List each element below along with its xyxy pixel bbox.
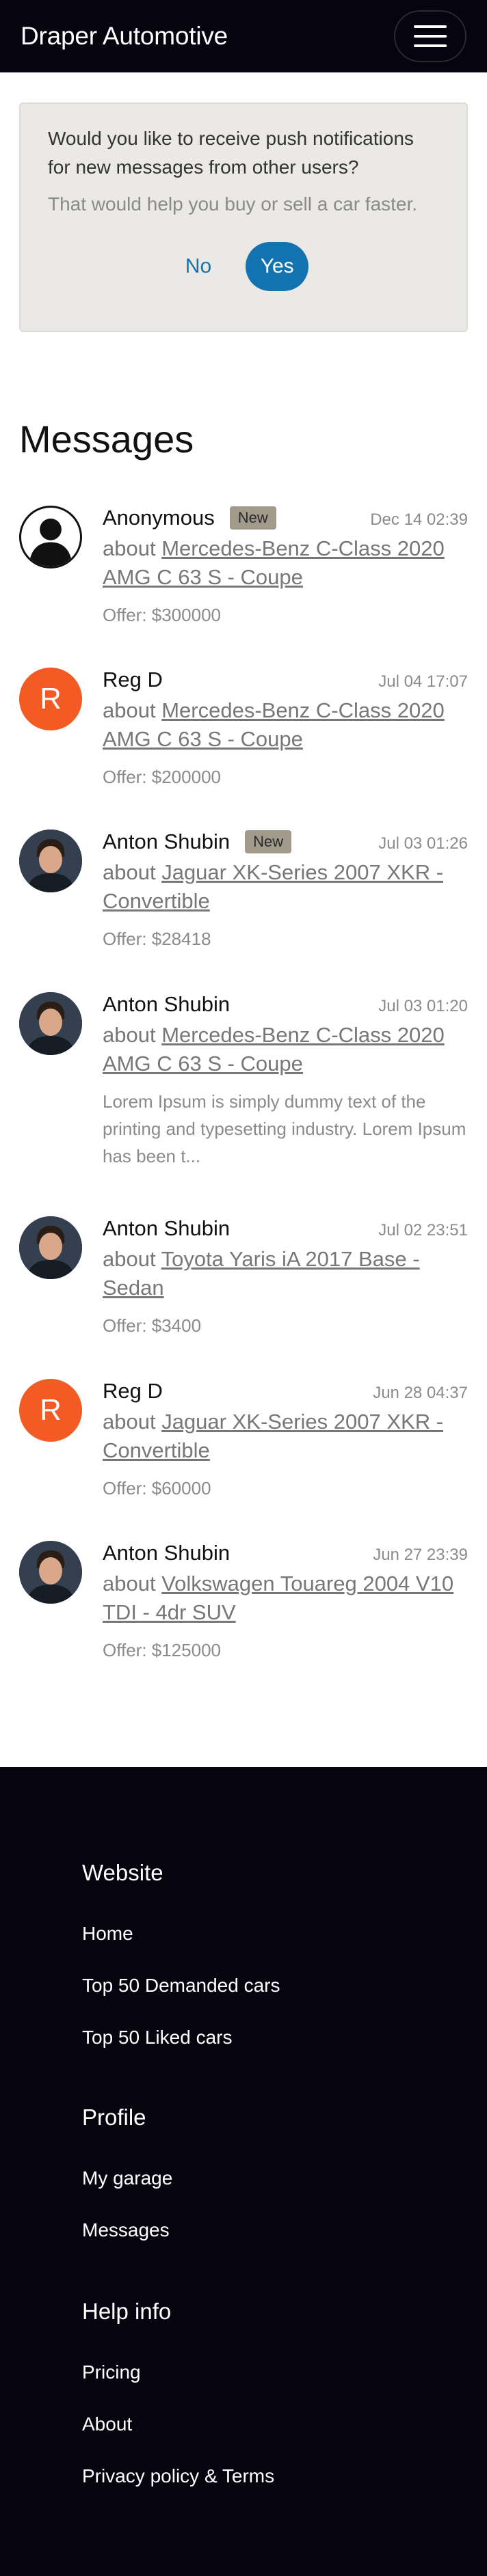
user-photo-icon	[19, 1541, 82, 1604]
sender-name: Reg D	[103, 668, 163, 691]
message-item[interactable]: Anton Shubin Jun 27 23:39 about Volkswag…	[19, 1541, 468, 1677]
footer-link-my-garage[interactable]: My garage	[82, 2167, 172, 2189]
footer-link-pricing[interactable]: Pricing	[82, 2361, 141, 2383]
message-item[interactable]: Anton Shubin Jul 03 01:20 about Mercedes…	[19, 992, 468, 1190]
user-photo-icon	[19, 1216, 82, 1279]
about-prefix: about	[103, 1023, 156, 1047]
offer-text: Offer: $28418	[103, 929, 211, 949]
avatar	[19, 1216, 82, 1279]
avatar	[19, 506, 82, 568]
footer-section-website: Website Home Top 50 Demanded cars Top 50…	[82, 1860, 280, 2048]
offer-text: Offer: $60000	[103, 1478, 211, 1498]
message-preview-text: Lorem Ipsum is simply dummy text of the …	[103, 1091, 466, 1166]
sender-name: Anton Shubin	[103, 1541, 231, 1565]
notification-question: Would you like to receive push notificat…	[48, 128, 414, 178]
sender-name: Anton Shubin	[103, 992, 231, 1016]
sender-name: Reg D	[103, 1379, 163, 1403]
new-badge: New	[229, 506, 276, 530]
message-date: Dec 14 02:39	[370, 510, 468, 529]
push-notification-prompt: Would you like to receive push notificat…	[19, 102, 468, 332]
message-date: Jul 03 01:26	[378, 834, 468, 853]
avatar-letter: R	[40, 682, 62, 715]
footer-link-messages[interactable]: Messages	[82, 2219, 170, 2241]
message-item[interactable]: R Reg D Jul 04 17:07 about Mercedes-Benz…	[19, 668, 468, 804]
footer-section-profile: Profile My garage Messages	[82, 2105, 172, 2241]
footer-link-about[interactable]: About	[82, 2413, 132, 2435]
avatar	[19, 992, 82, 1055]
offer-text: Offer: $3400	[103, 1315, 202, 1336]
footer-link-top-liked[interactable]: Top 50 Liked cars	[82, 2027, 232, 2049]
message-date: Jul 03 01:20	[378, 997, 468, 1015]
brand-logo-text[interactable]: Draper Automotive	[21, 22, 228, 51]
hamburger-icon	[414, 25, 447, 28]
footer-heading: Profile	[82, 2105, 146, 2130]
avatar: R	[19, 668, 82, 730]
message-date: Jun 28 04:37	[373, 1384, 468, 1402]
avatar-letter: R	[40, 1393, 62, 1427]
message-date: Jul 02 23:51	[378, 1221, 468, 1239]
hamburger-menu-button[interactable]	[394, 10, 466, 62]
about-prefix: about	[103, 1247, 156, 1271]
footer-link-home[interactable]: Home	[82, 1923, 133, 1945]
message-item[interactable]: Anonymous New Dec 14 02:39 about Mercede…	[19, 506, 468, 642]
sender-name: Anonymous	[103, 506, 215, 530]
footer-section-help: Help info Pricing About Privacy policy &…	[82, 2299, 274, 2486]
message-date: Jul 04 17:07	[378, 672, 468, 691]
about-prefix: about	[103, 1572, 156, 1595]
avatar	[19, 1541, 82, 1604]
sender-name: Anton Shubin	[103, 1216, 231, 1240]
about-prefix: about	[103, 1410, 156, 1434]
footer-link-privacy[interactable]: Privacy policy & Terms	[82, 2465, 274, 2487]
offer-text: Offer: $200000	[103, 767, 221, 787]
user-photo-icon	[19, 830, 82, 892]
avatar	[19, 830, 82, 892]
about-prefix: about	[103, 536, 156, 560]
top-header: Draper Automotive	[0, 0, 487, 72]
avatar: R	[19, 1379, 82, 1442]
page-title: Messages	[19, 417, 194, 461]
footer-heading: Help info	[82, 2299, 172, 2324]
footer-link-top-demanded[interactable]: Top 50 Demanded cars	[82, 1975, 280, 1997]
about-prefix: about	[103, 698, 156, 722]
sender-name: Anton Shubin	[103, 830, 231, 853]
offer-text: Offer: $300000	[103, 605, 221, 625]
hamburger-icon	[414, 44, 447, 47]
message-date: Jun 27 23:39	[373, 1546, 468, 1564]
silhouette-icon	[29, 518, 73, 566]
about-prefix: about	[103, 860, 156, 884]
footer-heading: Website	[82, 1860, 163, 1885]
message-item[interactable]: Anton Shubin New Jul 03 01:26 about Jagu…	[19, 830, 468, 966]
notification-hint: That would help you buy or sell a car fa…	[48, 193, 418, 215]
decline-notifications-button[interactable]: No	[179, 255, 218, 278]
message-item[interactable]: Anton Shubin Jul 02 23:51 about Toyota Y…	[19, 1216, 468, 1353]
notification-actions: No Yes	[48, 242, 439, 291]
new-badge: New	[245, 830, 292, 853]
accept-notifications-button[interactable]: Yes	[246, 242, 309, 291]
message-item[interactable]: R Reg D Jun 28 04:37 about Jaguar XK-Ser…	[19, 1379, 468, 1516]
user-photo-icon	[19, 992, 82, 1055]
site-footer: Website Home Top 50 Demanded cars Top 50…	[0, 1767, 487, 2576]
hamburger-icon	[414, 35, 447, 38]
offer-text: Offer: $125000	[103, 1640, 221, 1660]
